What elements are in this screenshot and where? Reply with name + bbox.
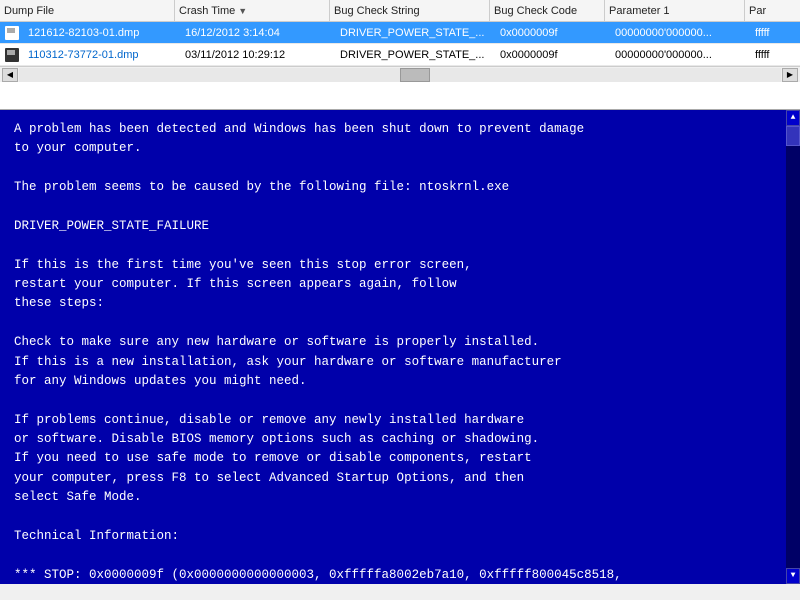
col-header-crash-label: Crash Time	[179, 5, 235, 17]
col-header-dump-label: Dump File	[4, 5, 54, 17]
table-row[interactable]: 110312-73772-01.dmp 03/11/2012 10:29:12 …	[0, 44, 800, 66]
cell-bug-code-1: 0x0000009f	[496, 22, 611, 43]
cell-param1-1: 00000000'000000...	[611, 22, 751, 43]
scroll-thumb[interactable]	[400, 68, 430, 82]
col-header-bugstr-label: Bug Check String	[334, 5, 420, 17]
cell-par-1: fffff	[751, 22, 800, 43]
cell-crash-time-1: 16/12/2012 3:14:04	[181, 22, 336, 43]
bsod-scroll-up-button[interactable]: ▲	[786, 110, 800, 126]
table-row[interactable]: 121612-82103-01.dmp 16/12/2012 3:14:04 D…	[0, 22, 800, 44]
col-header-crash[interactable]: Crash Time ▼	[175, 0, 330, 21]
cell-param1-2: 00000000'000000...	[611, 44, 751, 65]
scroll-right-button[interactable]: ▶	[782, 68, 798, 82]
sort-arrow-crash: ▼	[238, 6, 247, 16]
cell-bug-code-2: 0x0000009f	[496, 44, 611, 65]
bsod-scroll-down-button[interactable]: ▼	[786, 568, 800, 584]
col-header-bugcode-label: Bug Check Code	[494, 5, 577, 17]
col-header-bugcode[interactable]: Bug Check Code	[490, 0, 605, 21]
floppy-disk-icon	[3, 24, 21, 42]
col-header-par-label: Par	[749, 5, 766, 17]
floppy-disk-icon	[3, 46, 21, 64]
cell-par-2: fffff	[751, 44, 800, 65]
col-header-param1-label: Parameter 1	[609, 5, 670, 17]
bsod-scroll-thumb[interactable]	[786, 126, 800, 146]
cell-crash-time-2: 03/11/2012 10:29:12	[181, 44, 336, 65]
cell-dump-file-1: 121612-82103-01.dmp	[24, 22, 181, 43]
bsod-scrollbar[interactable]: ▲ ▼	[786, 110, 800, 584]
bsod-scroll-track[interactable]	[786, 126, 800, 568]
cell-bug-string-1: DRIVER_POWER_STATE_...	[336, 22, 496, 43]
crash-table-section: Dump File Crash Time ▼ Bug Check String …	[0, 0, 800, 110]
bsod-display: A problem has been detected and Windows …	[0, 110, 800, 584]
scroll-track[interactable]	[19, 68, 781, 82]
col-header-param1[interactable]: Parameter 1	[605, 0, 745, 21]
horizontal-scrollbar[interactable]: ◀ ▶	[0, 66, 800, 82]
col-header-bugstr[interactable]: Bug Check String	[330, 0, 490, 21]
scroll-left-button[interactable]: ◀	[2, 68, 18, 82]
col-header-dump[interactable]: Dump File	[0, 0, 175, 21]
col-header-par[interactable]: Par	[745, 0, 800, 21]
bsod-text: A problem has been detected and Windows …	[14, 120, 786, 584]
cell-bug-string-2: DRIVER_POWER_STATE_...	[336, 44, 496, 65]
table-header: Dump File Crash Time ▼ Bug Check String …	[0, 0, 800, 22]
cell-dump-file-2: 110312-73772-01.dmp	[24, 44, 181, 65]
